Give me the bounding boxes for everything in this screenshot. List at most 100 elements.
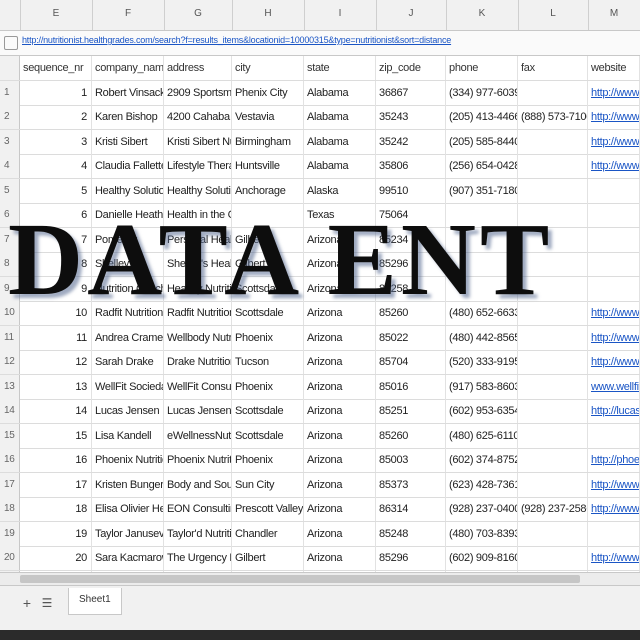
cell-phone[interactable]: (623) 428-7361 <box>446 472 518 497</box>
cell-sequence[interactable]: 12 <box>20 350 92 374</box>
row-number[interactable]: 20 <box>0 546 20 570</box>
cell-website[interactable]: http://www.r <box>588 80 640 105</box>
cell-company[interactable]: Elisa Olivier Heet <box>92 497 164 521</box>
cell-website[interactable] <box>588 521 640 546</box>
cell-website[interactable]: http://lucasj <box>588 399 640 423</box>
cell-zip[interactable]: 86314 <box>376 497 446 521</box>
cell-address[interactable]: Phoenix Nutrition <box>164 448 232 472</box>
cell-phone[interactable]: (334) 977-6039 <box>446 80 518 105</box>
cell-city[interactable]: Anchorage <box>232 178 304 203</box>
formula-bar[interactable]: http://nutritionist.healthgrades.com/sea… <box>0 31 640 56</box>
cell-website[interactable]: www.wellfit <box>588 374 640 399</box>
cell-phone[interactable]: (520) 333-9195 <box>446 350 518 374</box>
cell-website[interactable]: http://www.r <box>588 129 640 154</box>
cell-zip[interactable]: 85003 <box>376 448 446 472</box>
cell-phone[interactable]: (928) 237-0400 <box>446 497 518 521</box>
cell-fax[interactable] <box>518 325 588 350</box>
row-number[interactable]: 1 <box>0 80 20 105</box>
column-title-city[interactable]: city <box>232 56 304 80</box>
cell-zip[interactable]: 35806 <box>376 154 446 178</box>
cell-company[interactable]: Phoenix Nutrition <box>92 448 164 472</box>
cell-fax[interactable] <box>518 448 588 472</box>
cell-phone[interactable]: (602) 374-8752 <box>446 448 518 472</box>
row-number[interactable]: 4 <box>0 154 20 178</box>
column-header[interactable]: E <box>20 0 93 30</box>
cell-address[interactable]: Wellbody Nutrition <box>164 325 232 350</box>
cell-company[interactable]: Claudia Fallette <box>92 154 164 178</box>
cell-state[interactable]: Arizona <box>304 325 376 350</box>
cell-website[interactable]: http://www.r <box>588 105 640 129</box>
cell-zip[interactable]: 85248 <box>376 521 446 546</box>
row-number[interactable] <box>0 56 20 80</box>
cell-fax[interactable] <box>518 546 588 570</box>
cell-phone[interactable]: (205) 585-8440 <box>446 129 518 154</box>
cell-fax[interactable] <box>518 80 588 105</box>
cell-website[interactable]: http://www.r <box>588 472 640 497</box>
cell-website[interactable] <box>588 423 640 448</box>
cell-zip[interactable]: 85251 <box>376 399 446 423</box>
cell-website[interactable]: http://www.r <box>588 497 640 521</box>
cell-fax[interactable] <box>518 423 588 448</box>
cell-phone[interactable]: (917) 583-8603 <box>446 374 518 399</box>
cell-sequence[interactable]: 18 <box>20 497 92 521</box>
cell-company[interactable]: Karen Bishop <box>92 105 164 129</box>
cell-state[interactable]: Arizona <box>304 423 376 448</box>
row-number[interactable]: 3 <box>0 129 20 154</box>
cell-address[interactable]: The Urgency Diet <box>164 546 232 570</box>
cell-city[interactable]: Birmingham <box>232 129 304 154</box>
cell-sequence[interactable]: 16 <box>20 448 92 472</box>
cell-sequence[interactable]: 2 <box>20 105 92 129</box>
row-number[interactable]: 17 <box>0 472 20 497</box>
cell-phone[interactable]: (256) 654-0428 <box>446 154 518 178</box>
cell-phone[interactable]: (480) 442-8565 <box>446 325 518 350</box>
cell-website[interactable]: http://www.r <box>588 350 640 374</box>
row-number[interactable]: 15 <box>0 423 20 448</box>
cell-phone[interactable]: (480) 703-8393 <box>446 521 518 546</box>
cell-city[interactable]: Chandler <box>232 521 304 546</box>
cell-company[interactable]: Taylor Janusevic <box>92 521 164 546</box>
cell-fax[interactable] <box>518 472 588 497</box>
cell-fax[interactable] <box>518 178 588 203</box>
cell-state[interactable]: Arizona <box>304 448 376 472</box>
column-header[interactable]: M <box>588 0 640 30</box>
cell-company[interactable]: Sarah Drake <box>92 350 164 374</box>
column-title-company_name[interactable]: company_name <box>92 56 164 80</box>
cell-zip[interactable]: 35243 <box>376 105 446 129</box>
cell-zip[interactable]: 85704 <box>376 350 446 374</box>
cell-city[interactable]: Prescott Valley <box>232 497 304 521</box>
row-number[interactable]: 13 <box>0 374 20 399</box>
cell-sequence[interactable]: 4 <box>20 154 92 178</box>
cell-fax[interactable] <box>518 399 588 423</box>
cell-state[interactable]: Alabama <box>304 80 376 105</box>
column-title-address[interactable]: address <box>164 56 232 80</box>
column-title-fax[interactable]: fax <box>518 56 588 80</box>
column-title-zip_code[interactable]: zip_code <box>376 56 446 80</box>
plus-icon[interactable]: + <box>20 596 34 610</box>
cell-state[interactable]: Alabama <box>304 154 376 178</box>
cell-fax[interactable] <box>518 154 588 178</box>
cell-city[interactable]: Phoenix <box>232 374 304 399</box>
cell-website[interactable]: http://www.r <box>588 325 640 350</box>
cell-state[interactable]: Alaska <box>304 178 376 203</box>
cell-state[interactable]: Arizona <box>304 374 376 399</box>
column-header[interactable]: J <box>376 0 447 30</box>
cell-sequence[interactable]: 17 <box>20 472 92 497</box>
cell-sequence[interactable]: 19 <box>20 521 92 546</box>
cell-city[interactable]: Scottsdale <box>232 399 304 423</box>
cell-phone[interactable]: (480) 625-6110 <box>446 423 518 448</box>
cell-zip[interactable]: 85016 <box>376 374 446 399</box>
cell-phone[interactable]: (205) 413-4466 <box>446 105 518 129</box>
cell-company[interactable]: Robert Vinsack <box>92 80 164 105</box>
cell-phone[interactable]: (907) 351-7180 <box>446 178 518 203</box>
cell-address[interactable]: Taylor'd Nutrition <box>164 521 232 546</box>
row-number[interactable]: 14 <box>0 399 20 423</box>
cell-fax[interactable]: (888) 573-7100 <box>518 105 588 129</box>
cell-sequence[interactable]: 5 <box>20 178 92 203</box>
cell-zip[interactable]: 85022 <box>376 325 446 350</box>
cell-state[interactable]: Arizona <box>304 497 376 521</box>
cell-address[interactable]: 2909 Sportsman <box>164 80 232 105</box>
column-header[interactable]: L <box>518 0 589 30</box>
cell-zip[interactable]: 35242 <box>376 129 446 154</box>
column-header[interactable]: F <box>92 0 165 30</box>
cell-address[interactable]: WellFit Consulting <box>164 374 232 399</box>
